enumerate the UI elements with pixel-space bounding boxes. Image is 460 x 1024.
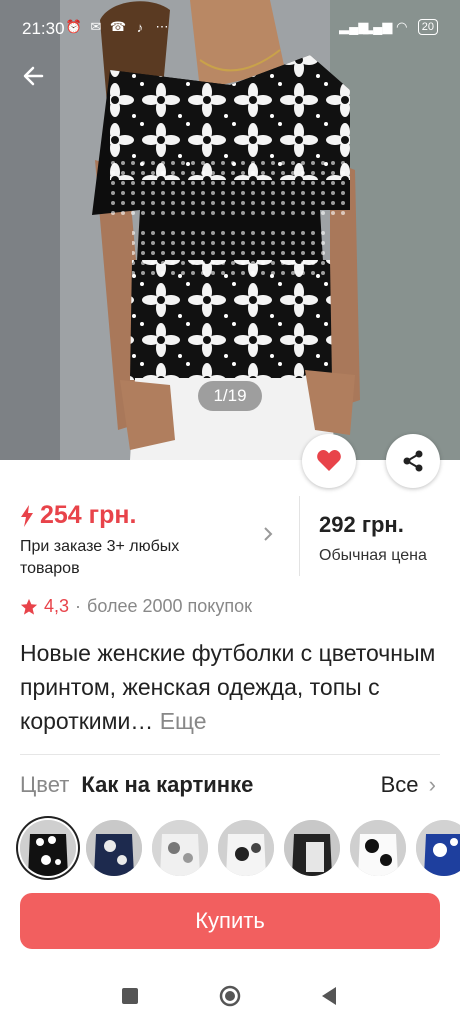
share-button[interactable]: [386, 434, 440, 488]
promo-price: 254 грн.: [20, 501, 136, 530]
recents-icon[interactable]: [118, 984, 142, 1008]
color-swatch-3[interactable]: [152, 820, 208, 876]
rating-separator: ·: [75, 596, 82, 616]
regular-price: 292 грн.: [319, 512, 404, 537]
color-swatch-4[interactable]: [218, 820, 274, 876]
product-title: Новые женские футболки с цветочным принт…: [20, 636, 440, 738]
favorite-button[interactable]: [302, 434, 356, 488]
color-swatch-6[interactable]: [350, 820, 406, 876]
viber-icon: ☎: [109, 19, 127, 34]
color-swatch-1[interactable]: [20, 820, 76, 876]
home-icon[interactable]: [218, 984, 242, 1008]
swatch-image: [284, 820, 340, 876]
rating-value: 4,3: [44, 596, 70, 616]
color-label: Цвет: [20, 772, 70, 797]
swatch-image: [152, 820, 208, 876]
color-swatch-5[interactable]: [284, 820, 340, 876]
chevron-right-icon: ›: [428, 772, 436, 797]
color-selector-row[interactable]: Цвет Как на картинке Все ›: [20, 772, 440, 802]
system-navigation-bar: [0, 968, 460, 1024]
color-all-link[interactable]: Все ›: [381, 772, 436, 798]
purchase-count: более 2000 покупок: [87, 596, 252, 616]
regular-price-note: Обычная цена: [319, 547, 427, 564]
signal-2-icon: ▂▄▆: [363, 19, 393, 34]
product-title-text: Новые женские футболки с цветочным принт…: [20, 640, 436, 734]
messenger-icon: ✉: [90, 19, 102, 34]
chevron-right-icon[interactable]: [263, 526, 273, 542]
promo-note: При заказе 3+ любых товаров: [20, 538, 180, 577]
lightning-icon: [21, 504, 33, 527]
status-system-icons: ▂▄▆ ▂▄▆ ◠ 20: [339, 19, 438, 35]
music-icon: ♪: [136, 19, 144, 35]
heart-icon: [317, 450, 341, 471]
swatch-image: [20, 820, 76, 876]
image-counter: 1/19: [198, 381, 262, 411]
share-icon: [403, 450, 423, 472]
promo-price-value: 254 грн.: [40, 501, 137, 529]
back-button[interactable]: [20, 62, 48, 90]
swatch-image: [218, 820, 274, 876]
divider: [299, 496, 300, 576]
wifi-icon: ◠: [396, 19, 408, 34]
color-value: Как на картинке: [81, 772, 254, 797]
status-notification-icons: ⏰ ✉ ☎ ♪ ⋯: [66, 19, 170, 35]
color-swatches: [20, 820, 460, 876]
rating-row[interactable]: 4,3 · более 2000 покупок: [20, 596, 252, 617]
back-arrow-icon: [23, 66, 44, 86]
color-swatch-2[interactable]: [86, 820, 142, 876]
color-swatch-7[interactable]: [416, 820, 460, 876]
color-all-label: Все: [380, 772, 419, 797]
status-time: 21:30: [22, 19, 65, 38]
buy-button[interactable]: Купить: [20, 893, 440, 949]
swatch-image: [86, 820, 142, 876]
swatch-image: [350, 820, 406, 876]
battery-indicator: 20: [417, 19, 438, 35]
section-divider: [20, 754, 440, 755]
swatch-image: [416, 820, 460, 876]
star-icon: [20, 598, 38, 615]
more-notifications-icon: ⋯: [155, 19, 169, 34]
price-section[interactable]: 254 грн. При заказе 3+ любых товаров 292…: [0, 496, 460, 584]
show-more-link[interactable]: Еще: [160, 708, 207, 734]
alarm-icon: ⏰: [65, 19, 83, 34]
status-bar: 21:30 ⏰ ✉ ☎ ♪ ⋯ ▂▄▆ ▂▄▆ ◠ 20: [0, 0, 460, 58]
signal-icon: ▂▄▆: [339, 19, 369, 34]
back-nav-icon[interactable]: [318, 984, 342, 1008]
